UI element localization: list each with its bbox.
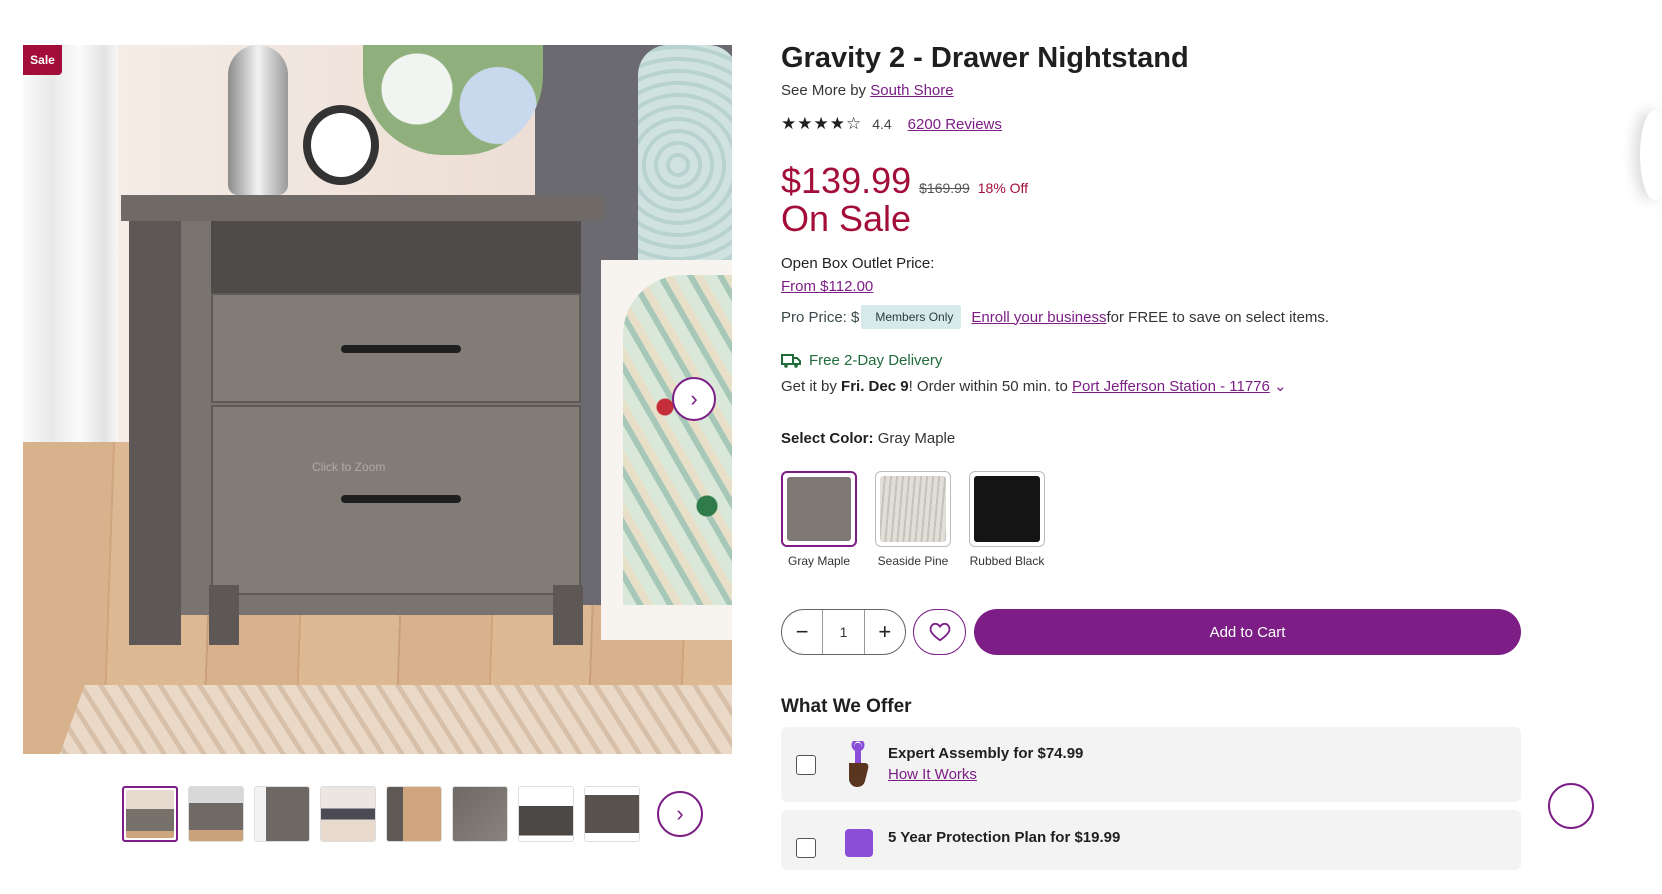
enroll-rest-text: for FREE to save on select items.: [1106, 308, 1330, 326]
see-more-by: See More by South Shore: [781, 82, 954, 99]
brand-link[interactable]: South Shore: [870, 82, 953, 99]
protection-text: 5 Year Protection Plan for $19.99: [888, 829, 1120, 846]
pro-price-row: Pro Price: $ Members Only Enroll your bu…: [781, 305, 1329, 329]
swatch-label: Seaside Pine: [877, 554, 949, 568]
offer-card-assembly: Expert Assembly for $74.99 How It Works: [781, 727, 1521, 802]
quantity-input[interactable]: 1: [822, 610, 865, 654]
nightstand-leg: [209, 585, 239, 645]
color-option-rubbed-black[interactable]: Rubbed Black: [969, 471, 1045, 568]
offer-card-protection: 5 Year Protection Plan for $19.99: [781, 810, 1521, 870]
add-to-cart-button[interactable]: Add to Cart: [974, 609, 1521, 655]
nightstand-drawer-top: [211, 293, 581, 403]
wrench-hand-icon: [849, 741, 869, 787]
select-color-label: Select Color:: [781, 430, 874, 447]
thumbnail-strip: [122, 786, 640, 842]
members-only-badge: Members Only: [861, 305, 962, 329]
edge-panel-shadow: [1640, 110, 1662, 200]
product-title: Gravity 2 - Drawer Nightstand: [781, 42, 1189, 74]
swatch-box: [875, 471, 951, 547]
what-we-offer-heading: What We Offer: [781, 696, 912, 717]
thumbnail-8[interactable]: [584, 786, 640, 842]
favorite-button[interactable]: [913, 609, 966, 655]
thumbnail-6[interactable]: [452, 786, 508, 842]
how-it-works-link[interactable]: How It Works: [888, 766, 1083, 783]
pro-price-label: Pro Price:: [781, 308, 847, 326]
rating-value: 4.4: [872, 116, 892, 132]
protection-checkbox[interactable]: [796, 838, 816, 858]
assembly-text: Expert Assembly for $74.99 How It Works: [888, 745, 1083, 783]
swatch-fill: [880, 476, 946, 542]
original-price: $169.99: [919, 180, 970, 196]
chevron-right-icon: ›: [676, 801, 684, 826]
swatch-box: [969, 471, 1045, 547]
delivery-middle: ! Order within 50 min. to: [908, 378, 1072, 395]
delivery-location-link[interactable]: Port Jefferson Station - 11776: [1072, 378, 1270, 395]
thumbnails-next-button[interactable]: ›: [657, 791, 703, 837]
increase-quantity-button[interactable]: +: [865, 610, 905, 654]
thumbnail-2[interactable]: [188, 786, 244, 842]
assembly-title: Expert Assembly for $74.99: [888, 745, 1084, 762]
nightstand-illustration: [121, 195, 603, 645]
swatch-fill: [787, 477, 851, 541]
price-row: $139.99 $169.99 18% Off: [781, 160, 1028, 202]
thumbnail-4[interactable]: [320, 786, 376, 842]
swatch-box: [781, 471, 857, 547]
swatch-label: Rubbed Black: [969, 554, 1045, 568]
heart-icon: [929, 622, 950, 642]
rug: [41, 685, 732, 754]
color-option-seaside-pine[interactable]: Seaside Pine: [875, 471, 951, 568]
nightstand-leg: [553, 585, 583, 645]
on-sale-label: On Sale: [781, 198, 912, 239]
swatch-label: Gray Maple: [787, 554, 851, 568]
nightstand-drawer-bottom: [211, 405, 581, 595]
gallery-next-button[interactable]: ›: [672, 377, 716, 421]
chevron-right-icon: ›: [690, 386, 698, 411]
thumbnail-1[interactable]: [122, 786, 178, 842]
quilt: [623, 275, 732, 605]
sale-badge: Sale: [23, 45, 62, 75]
protection-title: 5 Year Protection Plan for $19.99: [888, 829, 1121, 846]
assembly-checkbox[interactable]: [796, 755, 816, 775]
pro-price-dollar: $: [851, 308, 860, 326]
rating-row: ★★★★☆ 4.4 6200 Reviews: [781, 114, 1002, 134]
nightstand-shelf: [211, 221, 581, 293]
outlet-price-label: Open Box Outlet Price:: [781, 255, 935, 272]
star-rating-icon: ★★★★☆: [781, 114, 863, 133]
delivery-headline: Free 2-Day Delivery: [809, 352, 943, 369]
thumbnail-7[interactable]: [518, 786, 574, 842]
enroll-business-link[interactable]: Enroll your business: [971, 309, 1106, 326]
delivery-estimate: Get it by Fri. Dec 9! Order within 50 mi…: [781, 377, 1287, 395]
current-price: $139.99: [781, 160, 912, 201]
nightstand-side: [129, 221, 181, 645]
zoom-hint: Click to Zoom: [312, 460, 386, 474]
thumbnail-3[interactable]: [254, 786, 310, 842]
swatch-fill: [974, 476, 1040, 542]
color-option-gray-maple[interactable]: Gray Maple: [781, 471, 857, 568]
see-more-prefix: See More by: [781, 82, 871, 99]
select-color-row: Select Color: Gray Maple: [781, 430, 955, 447]
chat-button[interactable]: [1548, 783, 1594, 829]
delivery-date: Fri. Dec 9: [841, 378, 909, 395]
reviews-link[interactable]: 6200 Reviews: [908, 116, 1002, 133]
quantity-stepper: − 1 +: [781, 609, 906, 655]
outlet-price-link[interactable]: From $112.00: [781, 278, 873, 295]
thumbnail-5[interactable]: [386, 786, 442, 842]
chevron-down-icon[interactable]: ⌄: [1274, 378, 1287, 395]
decrease-quantity-button[interactable]: −: [782, 610, 822, 654]
selected-color: Gray Maple: [877, 430, 956, 447]
shield-icon: [845, 829, 873, 857]
lamp: [228, 45, 288, 195]
delivery-row: Free 2-Day Delivery: [781, 352, 942, 369]
delivery-prefix: Get it by: [781, 378, 842, 395]
color-swatches: Gray Maple Seaside Pine Rubbed Black: [781, 471, 1045, 568]
product-image[interactable]: [23, 45, 732, 754]
discount-percent: 18% Off: [977, 180, 1029, 196]
clock: [303, 105, 379, 185]
truck-icon: [781, 353, 801, 368]
nightstand-top: [121, 195, 603, 221]
